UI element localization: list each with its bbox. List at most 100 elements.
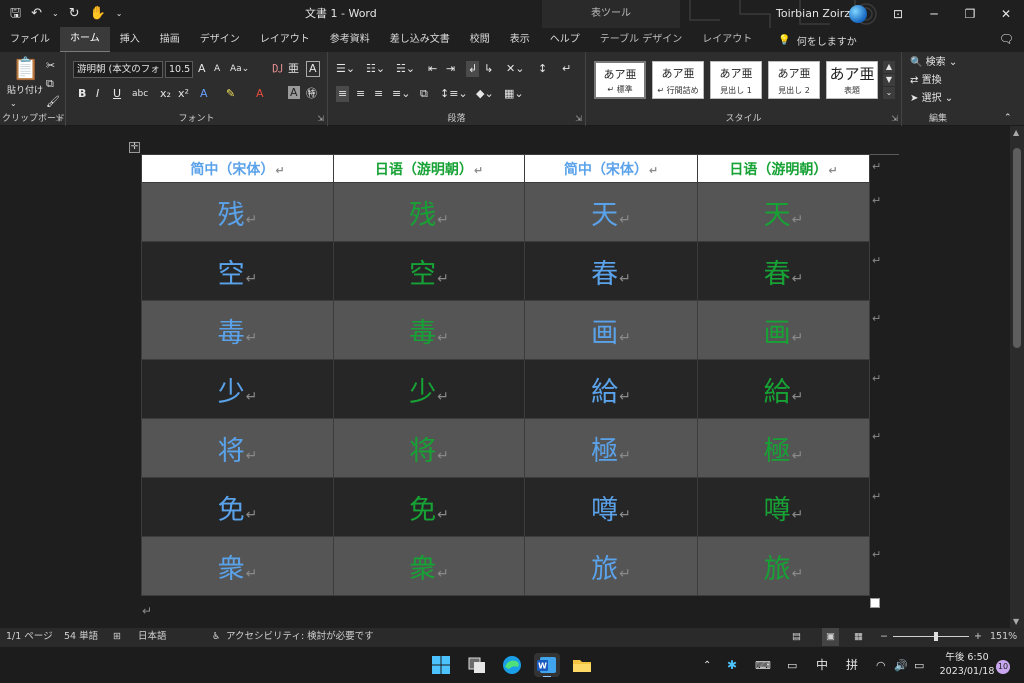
tab-home[interactable]: ホーム <box>60 27 110 53</box>
bullets-icon[interactable]: ☰⌄ <box>336 61 355 77</box>
redo-icon[interactable]: ↻ <box>69 0 80 28</box>
line-spacing-icon[interactable]: ↕≡⌄ <box>440 86 468 102</box>
justify-icon[interactable]: ≡⌄ <box>392 86 410 102</box>
volume-icon[interactable]: 🔊 <box>894 647 908 683</box>
collapse-ribbon-icon[interactable]: ⌃ <box>1004 110 1012 126</box>
table-cell[interactable]: 旅↵ <box>697 536 870 596</box>
customize-icon[interactable]: ⌄ <box>116 0 123 28</box>
clear-format-icon[interactable]: 🆐 <box>272 61 283 77</box>
shrink-font-icon[interactable]: A <box>214 61 220 77</box>
vertical-scrollbar[interactable]: ▲ ▼ <box>1010 126 1024 628</box>
align-center-icon[interactable]: ≡ <box>356 86 365 102</box>
style-heading-1[interactable]: あア亜 見出し 1 <box>710 61 762 99</box>
web-layout-icon[interactable]: ▦ <box>854 628 863 646</box>
increase-indent-icon[interactable]: ⇥ <box>446 61 455 77</box>
align-right-icon[interactable]: ≡ <box>374 86 383 102</box>
task-view-icon[interactable] <box>465 653 491 677</box>
highlight-icon[interactable]: ✎ <box>226 86 235 102</box>
table-cell[interactable]: 空↵ <box>141 241 334 301</box>
table-cell[interactable]: 残↵ <box>141 182 334 242</box>
notification-badge[interactable]: 10 <box>996 660 1010 674</box>
tab-references[interactable]: 参考資料 <box>320 28 380 52</box>
table-cell[interactable]: 免↵ <box>141 477 334 537</box>
page-count[interactable]: 1/1 ページ <box>6 628 53 646</box>
zoom-slider-thumb[interactable] <box>934 632 938 641</box>
styles-launcher-icon[interactable]: ⇲ <box>891 114 898 123</box>
zoom-level[interactable]: 151% <box>990 628 1017 646</box>
numbering-icon[interactable]: ☷⌄ <box>366 61 385 77</box>
paste-dropdown-icon[interactable]: ⌄ <box>10 96 17 112</box>
touch-mode-icon[interactable]: ✋ <box>90 0 106 28</box>
align-left-icon[interactable]: ≡ <box>336 86 350 102</box>
table-cell[interactable]: 空↵ <box>333 241 525 301</box>
table-header-cell[interactable]: 简中（宋体）↵ <box>141 154 334 183</box>
table-cell[interactable]: 極↵ <box>697 418 870 478</box>
grow-font-icon[interactable]: A <box>198 61 206 77</box>
save-icon[interactable]: 🖫 <box>10 0 21 28</box>
styles-more-icon[interactable]: ⌄ <box>883 87 895 99</box>
copy-icon[interactable]: ⧉ <box>46 76 54 92</box>
styles-scroll-down-icon[interactable]: ▼ <box>883 74 895 86</box>
multilevel-list-icon[interactable]: ☵⌄ <box>396 61 415 77</box>
table-cell[interactable]: 噂↵ <box>697 477 870 537</box>
select-button[interactable]: ➤ 選択 ⌄ <box>910 91 953 107</box>
scroll-down-icon[interactable]: ▼ <box>1013 617 1019 626</box>
clipboard-launcher-icon[interactable]: ⇲ <box>55 114 62 123</box>
tab-file[interactable]: ファイル <box>0 28 60 52</box>
style-heading-2[interactable]: あア亜 見出し 2 <box>768 61 820 99</box>
table-cell[interactable]: 画↵ <box>524 300 698 360</box>
read-mode-icon[interactable]: ▤ <box>792 628 801 646</box>
tab-help[interactable]: ヘルプ <box>540 28 590 52</box>
file-explorer-icon[interactable] <box>570 653 596 677</box>
distribute-icon[interactable]: ⧉ <box>420 86 428 102</box>
close-icon[interactable]: ✕ <box>988 0 1024 28</box>
table-cell[interactable]: 画↵ <box>697 300 870 360</box>
tab-mailings[interactable]: 差し込み文書 <box>380 28 460 52</box>
font-launcher-icon[interactable]: ⇲ <box>317 114 324 123</box>
show-hidden-icons-icon[interactable]: ⌃ <box>703 647 711 683</box>
print-layout-icon[interactable]: ▣ <box>822 628 839 646</box>
scroll-up-icon[interactable]: ▲ <box>1013 128 1019 137</box>
paste-icon[interactable]: 📋 <box>12 58 39 82</box>
word-icon[interactable]: W <box>534 653 560 678</box>
rtl-icon[interactable]: ↳ <box>484 61 493 77</box>
zoom-out-icon[interactable]: − <box>880 628 888 646</box>
superscript-icon[interactable]: x² <box>178 86 189 102</box>
font-color-icon[interactable]: A <box>256 86 264 102</box>
table-cell[interactable]: 天↵ <box>697 182 870 242</box>
table-cell[interactable]: 極↵ <box>524 418 698 478</box>
font-name-combo[interactable]: 游明朝 (本文のフォ <box>73 61 163 78</box>
show-marks-icon[interactable]: ↵ <box>562 61 571 77</box>
font-size-combo[interactable]: 10.5 <box>165 61 193 78</box>
tab-layout[interactable]: レイアウト <box>250 28 320 52</box>
bold-icon[interactable]: B <box>78 86 86 102</box>
battery-icon[interactable]: ▭ <box>914 647 924 683</box>
table-cell[interactable]: 給↵ <box>697 359 870 419</box>
table-cell[interactable]: 衆↵ <box>141 536 334 596</box>
ltr-icon[interactable]: ↲ <box>466 61 480 77</box>
table-header-cell[interactable]: 日语（游明朝）↵ <box>333 154 525 183</box>
ime-mode[interactable]: 中 <box>816 647 828 683</box>
asian-layout-icon[interactable]: ✕⌄ <box>506 61 524 77</box>
tab-table-layout[interactable]: レイアウト <box>692 28 762 52</box>
format-painter-icon[interactable]: 🖌 <box>46 94 60 110</box>
keyboard-icon[interactable]: ⌨ <box>755 647 771 683</box>
tell-me-search[interactable]: 💡 何をしますか <box>762 33 856 48</box>
tab-draw[interactable]: 描画 <box>150 28 190 52</box>
table-header-cell[interactable]: 简中（宋体）↵ <box>524 154 698 183</box>
table-cell[interactable]: 毒↵ <box>141 300 334 360</box>
table-cell[interactable]: 噂↵ <box>524 477 698 537</box>
replace-button[interactable]: ⇄ 置換 <box>910 73 942 89</box>
table-cell[interactable]: 天↵ <box>524 182 698 242</box>
word-count[interactable]: 54 単語 <box>64 628 98 646</box>
char-border-icon[interactable]: A <box>306 61 320 77</box>
table-cell[interactable]: 春↵ <box>524 241 698 301</box>
tab-design[interactable]: デザイン <box>190 28 250 52</box>
paragraph-launcher-icon[interactable]: ⇲ <box>575 114 582 123</box>
restore-icon[interactable]: ❐ <box>952 0 988 28</box>
table-cell[interactable]: 残↵ <box>333 182 525 242</box>
cut-icon[interactable]: ✂ <box>46 58 55 74</box>
ribbon-display-icon[interactable]: ⊡ <box>880 0 916 28</box>
underline-icon[interactable]: U <box>113 86 121 102</box>
table-header-cell[interactable]: 日语（游明朝）↵ <box>697 154 870 183</box>
